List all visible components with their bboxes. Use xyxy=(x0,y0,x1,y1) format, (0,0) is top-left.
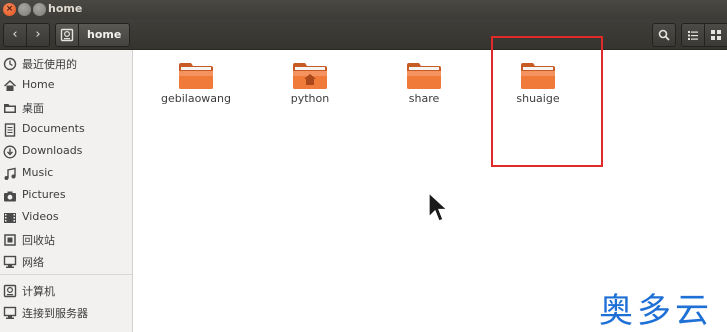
search-button[interactable] xyxy=(652,23,676,47)
forward-button[interactable]: › xyxy=(26,23,50,47)
sidebar-item-computer[interactable]: 计算机 xyxy=(0,281,132,301)
sidebar-item-recent[interactable]: 最近使用的 xyxy=(0,54,132,74)
sidebar-item-downloads[interactable]: Downloads xyxy=(0,142,132,162)
sidebar-item-label: 桌面 xyxy=(22,102,44,115)
document-icon xyxy=(4,123,16,137)
network-icon xyxy=(3,255,17,268)
folder-item[interactable]: python xyxy=(260,60,360,110)
sidebar-item-connect-server[interactable]: 连接到服务器 xyxy=(0,303,132,323)
drive-icon xyxy=(3,284,17,298)
search-icon xyxy=(658,29,670,41)
sidebar-item-label: 连接到服务器 xyxy=(22,307,88,320)
music-icon xyxy=(4,167,16,180)
sidebar-item-label: 计算机 xyxy=(22,285,55,298)
sidebar-item-music[interactable]: Music xyxy=(0,164,132,184)
file-view: gebilaowang python share shuaige 奥多云 xyxy=(133,36,727,332)
list-view-button[interactable] xyxy=(681,23,705,47)
folder-item[interactable]: gebilaowang xyxy=(146,60,246,110)
folder-name: python xyxy=(290,92,330,105)
breadcrumb-home[interactable]: home xyxy=(78,23,131,47)
grid-view-icon xyxy=(711,30,721,40)
drive-icon xyxy=(60,28,74,42)
folder-icon xyxy=(4,104,16,113)
sidebar-item-network[interactable]: 网络 xyxy=(0,252,132,272)
sidebar-divider xyxy=(0,274,132,275)
sidebar-item-home[interactable]: Home xyxy=(0,76,132,96)
camera-icon xyxy=(4,191,16,202)
sidebar-item-trash[interactable]: 回收站 xyxy=(0,230,132,250)
maximize-window-button[interactable] xyxy=(33,3,46,16)
sidebar-item-label: Documents xyxy=(22,122,85,135)
annotation-highlight-box xyxy=(491,36,603,167)
chevron-left-icon: ‹ xyxy=(12,27,18,42)
folder-icon xyxy=(407,63,441,89)
server-icon xyxy=(3,306,17,319)
chevron-right-icon: › xyxy=(35,27,41,42)
mouse-cursor-icon xyxy=(428,192,449,222)
folder-name: share xyxy=(408,92,440,105)
window-title: home xyxy=(48,2,83,15)
sidebar-item-label: 回收站 xyxy=(22,234,55,247)
sidebar-item-videos[interactable]: Videos xyxy=(0,208,132,228)
folder-icon xyxy=(179,63,213,89)
watermark-text: 奥多云 xyxy=(599,291,713,331)
list-view-icon xyxy=(688,31,698,40)
home-folder-icon xyxy=(293,63,327,89)
folder-item[interactable]: share xyxy=(374,60,474,110)
video-icon xyxy=(4,213,16,223)
sidebar-item-label: Downloads xyxy=(22,144,83,157)
close-window-button[interactable]: × xyxy=(3,3,16,16)
download-icon xyxy=(3,145,17,159)
sidebar-item-pictures[interactable]: Pictures xyxy=(0,186,132,206)
home-icon xyxy=(3,79,17,91)
folder-name: gebilaowang xyxy=(160,92,231,105)
sidebar-item-label: Pictures xyxy=(22,188,66,201)
sidebar: 最近使用的 Home 桌面 Documents Downloads Music … xyxy=(0,50,133,332)
clock-icon xyxy=(3,57,17,71)
back-button[interactable]: ‹ xyxy=(3,23,27,47)
title-bar: × home xyxy=(0,0,727,19)
grid-view-button[interactable] xyxy=(704,23,727,47)
toolbar: ‹ › home xyxy=(0,19,727,50)
trash-icon xyxy=(4,234,16,246)
sidebar-item-label: 网络 xyxy=(22,256,44,269)
sidebar-item-label: Home xyxy=(22,78,55,91)
sidebar-item-desktop[interactable]: 桌面 xyxy=(0,98,132,118)
minimize-window-button[interactable] xyxy=(18,3,31,16)
sidebar-item-documents[interactable]: Documents xyxy=(0,120,132,140)
sidebar-item-label: 最近使用的 xyxy=(22,58,77,71)
breadcrumb-drive-button[interactable] xyxy=(55,23,79,47)
sidebar-item-label: Music xyxy=(22,166,54,179)
sidebar-item-label: Videos xyxy=(22,210,59,223)
